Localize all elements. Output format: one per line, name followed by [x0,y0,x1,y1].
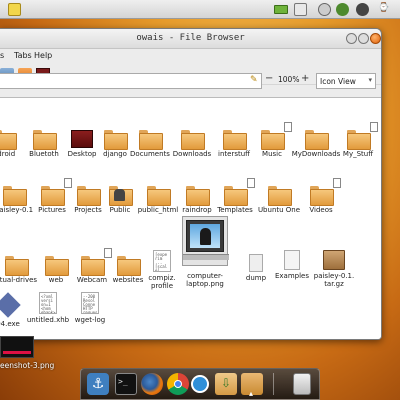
folder-icon [147,186,171,206]
view-mode-select[interactable]: Icon View ▾ [316,73,376,89]
file-label: wget-log [74,316,106,324]
file-item[interactable]: My_Stuff [328,122,381,158]
minimize-button[interactable] [346,33,357,44]
zoom-out-button[interactable]: − [265,73,273,84]
menu-tools[interactable]: s [0,51,4,60]
network-icon[interactable] [336,3,349,16]
power-icon[interactable] [356,3,369,16]
chrome-icon[interactable] [167,373,189,395]
document-badge-icon [64,178,72,188]
document-badge-icon [247,178,255,188]
zoom-level: 100% [278,75,300,84]
document-badge-icon [370,122,378,132]
dock-separator [273,373,274,395]
location-toolbar: ✎ − 100% + Icon View ▾ [0,73,381,93]
terminal-icon[interactable]: >_ [115,373,137,395]
battery-icon[interactable] [274,5,288,14]
ubuntu-one-folder-icon [268,186,292,206]
trash-icon[interactable] [293,373,311,395]
top-panel: ⌚ [0,0,400,19]
folder-icon [347,130,371,150]
dock: ⚓ >_ ⇩ ▴ [80,368,320,400]
file-item[interactable]: --200 Resol Conne HTTP reques wget-log [60,292,120,324]
folder-icon [224,186,248,206]
person-icon [200,228,211,245]
window-title: owais - File Browser [136,33,245,43]
clock-icon[interactable]: ⌚ [378,3,398,16]
file-item[interactable]: paisley-0.1. tar.gz [304,250,364,288]
chevron-down-icon: ▾ [368,76,372,84]
person-icon [114,189,125,201]
file-label: My_Stuff [342,150,374,158]
clipboard-icon[interactable] [191,375,209,393]
location-bar[interactable] [0,73,262,89]
edit-location-icon[interactable]: ✎ [250,75,258,85]
file-item[interactable]: Videos [291,178,351,214]
image-icon[interactable] [182,216,229,266]
anchor-icon[interactable]: ⚓ [87,373,109,395]
folder-icon [0,130,17,150]
document-badge-icon [333,178,341,188]
firefox-icon[interactable] [141,373,163,395]
laptop-screen [186,220,224,252]
document-icon [284,250,300,270]
laptop-display [190,224,220,248]
text-document-icon: --200 Resol Conne HTTP reques [81,292,99,314]
view-mode-label: Icon View [320,77,356,86]
folder-icon [305,130,329,150]
document-badge-icon [284,122,292,132]
file-label: paisley-0.1. tar.gz [313,272,355,288]
running-indicator-icon: ▴ [249,389,254,398]
archive-icon [323,250,345,270]
mail-icon[interactable] [294,3,307,16]
text-document-icon: <?xml versi on=1 <hom ebank> [39,292,57,314]
screenshot-thumbnail-icon[interactable] [0,336,34,358]
title-bar[interactable]: owais - File Browser [0,29,381,49]
file-view: ndroid Bluetoth Desktop django Documents… [0,97,381,339]
maximize-button[interactable] [358,33,369,44]
thumbnail-bar [3,351,31,354]
desktop-file-label[interactable]: eenshot-3.png [0,361,54,370]
folder-icon [139,130,163,150]
text-document-icon: [expe rim ... [scal e] [153,250,171,272]
file-label: Videos [309,206,333,214]
folder-icon [310,186,334,206]
notes-icon[interactable] [8,3,21,16]
folder-icon [181,130,205,150]
file-browser-window: owais - File Browser s Tabs Help ⌕ ✎ − 1… [0,28,382,340]
downloads-icon[interactable]: ⇩ [215,373,237,395]
folder-icon [5,256,29,276]
volume-icon[interactable] [318,3,331,16]
chrome-center [174,380,182,388]
download-arrow-icon: ⇩ [221,376,232,390]
document-badge-icon [104,248,112,258]
menu-bar: s Tabs Help [0,49,381,63]
menu-help[interactable]: Help [34,51,52,60]
folder-icon [261,130,285,150]
close-button[interactable] [370,33,381,44]
laptop-base [183,254,229,260]
zoom-in-button[interactable]: + [301,73,309,84]
document-icon [249,254,263,272]
menu-tabs[interactable]: Tabs [14,51,32,60]
